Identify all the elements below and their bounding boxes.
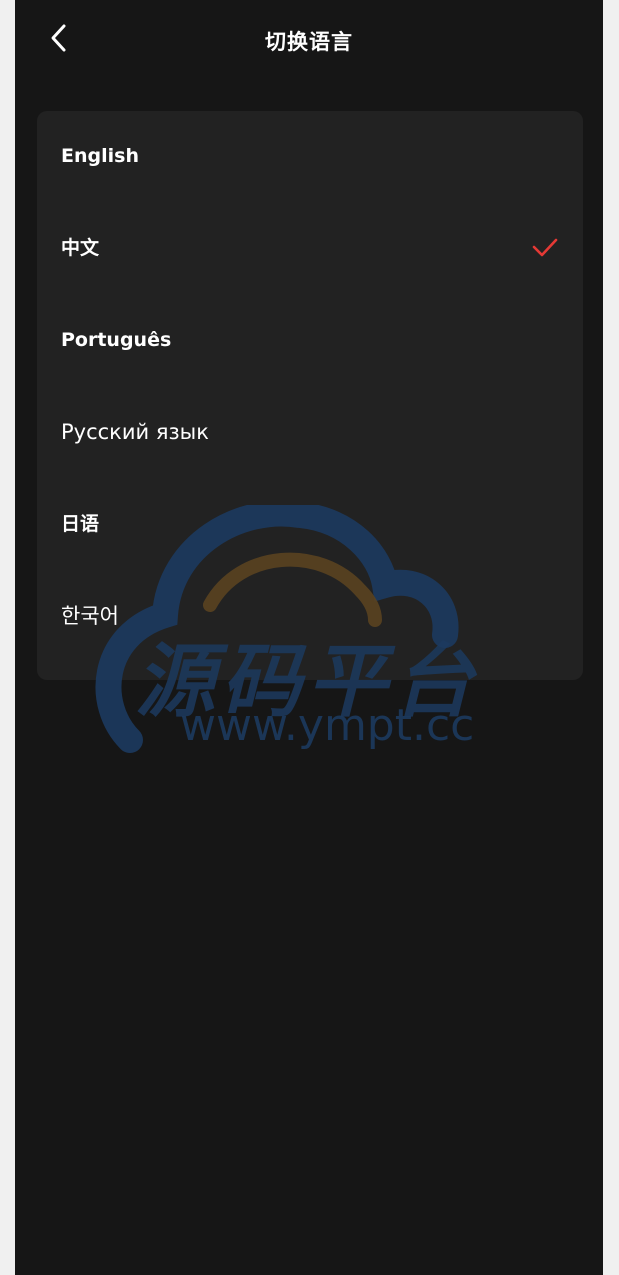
language-item-chinese[interactable]: 中文 — [37, 203, 583, 295]
language-label: Português — [61, 329, 172, 351]
page-title: 切换语言 — [265, 30, 353, 54]
language-item-portuguese[interactable]: Português — [37, 295, 583, 387]
language-label: 日语 — [61, 513, 100, 535]
language-item-korean[interactable]: 한국어 — [37, 571, 583, 663]
language-label: Русский язык — [61, 420, 209, 444]
header-bar: 切换语言 — [15, 0, 603, 80]
language-item-english[interactable]: English — [37, 111, 583, 203]
language-item-japanese[interactable]: 日语 — [37, 479, 583, 571]
language-label: 中文 — [61, 237, 100, 259]
language-list: English 中文 Português Русский язык 日语 한국어 — [37, 111, 583, 680]
checkmark-icon — [532, 238, 558, 257]
language-item-russian[interactable]: Русский язык — [37, 387, 583, 479]
app-screen: 切换语言 English 中文 Português Русский язык 日… — [15, 0, 603, 1275]
language-label: English — [61, 145, 139, 167]
watermark-url: www.ympt.cc — [180, 700, 475, 751]
language-label: 한국어 — [61, 604, 119, 628]
